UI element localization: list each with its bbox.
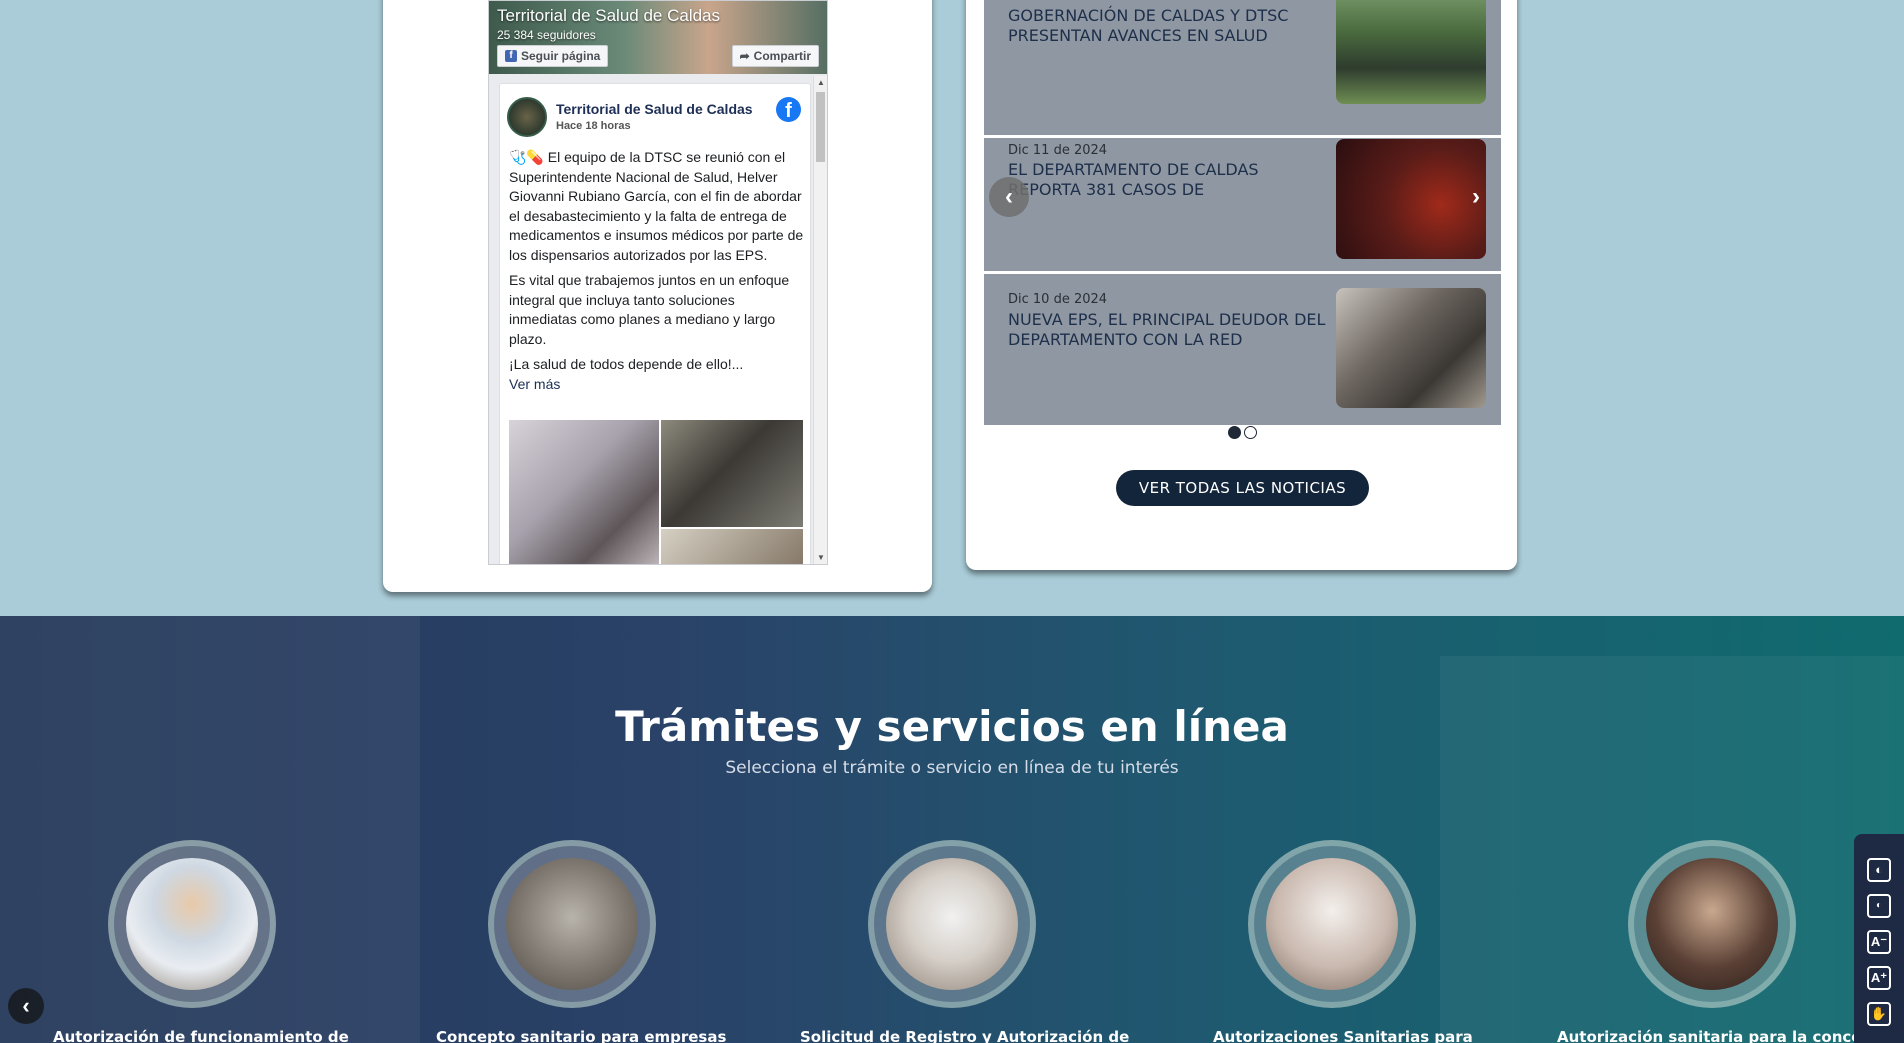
accessibility-panel: ◐ ◐ A⁻ A⁺ ✋ [1854,834,1904,1043]
news-image[interactable] [1336,0,1486,104]
invert-contrast-icon[interactable]: ◐ [1867,894,1891,918]
service-image [1646,858,1778,990]
share-label: Compartir [753,49,811,63]
facebook-embed: Territorial de Salud de Caldas 25 384 se… [488,0,828,565]
slider-dots [1228,426,1257,439]
share-icon: ➦ [739,49,750,63]
chevron-left-icon[interactable]: ‹ [989,177,1029,217]
see-more-link[interactable]: Ver más [509,375,805,395]
service-image [886,858,1018,990]
scroll-up-icon[interactable]: ▲ [817,78,825,87]
service-label[interactable]: Concepto sanitario para empresas [436,1028,726,1043]
post-photos [509,420,803,564]
facebook-followers: 25 384 seguidores [497,28,596,42]
decrease-font-icon[interactable]: A⁻ [1867,930,1891,954]
facebook-icon: f [505,50,517,62]
service-image [1266,858,1398,990]
slider-dot[interactable] [1228,426,1241,439]
news-date: Dic 10 de 2024 [1008,292,1108,307]
post-photo[interactable] [661,420,803,527]
news-title[interactable]: NUEVA EPS, EL PRINCIPAL DEUDOR DEL DEPAR… [1008,310,1328,350]
carousel-prev-icon[interactable]: ‹ [8,988,44,1024]
service-label[interactable]: Autorizaciones Sanitarias para [1213,1028,1473,1043]
increase-font-icon[interactable]: A⁺ [1867,966,1891,990]
news-title[interactable]: EL DEPARTAMENTO DE CALDAS REPORTA 381 CA… [1008,160,1328,200]
service-image [506,858,638,990]
scroll-down-icon[interactable]: ▼ [817,553,825,562]
service-label[interactable]: Autorización sanitaria para la concesi [1557,1028,1857,1043]
news-slider: GOBERNACIÓN DE CALDAS Y DTSC PRESENTAN A… [984,0,1501,425]
service-icon[interactable] [1248,840,1416,1008]
facebook-page-title[interactable]: Territorial de Salud de Caldas [497,6,720,26]
scrollbar-thumb[interactable] [816,92,825,162]
post-text: 🩺💊 El equipo de la DTSC se reunió con el… [509,148,805,394]
chevron-right-icon[interactable]: › [1456,177,1496,217]
news-item[interactable]: Dic 11 de 2024 EL DEPARTAMENTO DE CALDAS… [984,135,1501,271]
section-subtitle: Selecciona el trámite o servicio en líne… [725,758,1179,778]
view-all-news-button[interactable]: VER TODAS LAS NOTICIAS [1116,470,1369,506]
service-icon[interactable] [108,840,276,1008]
sign-language-icon[interactable]: ✋ [1867,1002,1891,1026]
facebook-scrollbar[interactable]: ▲ ▼ [813,76,827,564]
facebook-logo-icon[interactable]: f [776,97,801,122]
share-button[interactable]: ➦ Compartir [731,45,819,67]
service-label[interactable]: Autorización de funcionamiento de [53,1028,349,1043]
news-item[interactable]: GOBERNACIÓN DE CALDAS Y DTSC PRESENTAN A… [984,0,1501,140]
post-photo[interactable] [661,529,803,564]
contrast-icon[interactable]: ◐ [1867,858,1891,882]
post-author[interactable]: Territorial de Salud de Caldas [556,101,753,117]
service-icon[interactable] [488,840,656,1008]
post-photo[interactable] [509,420,659,564]
follow-page-label: Seguir página [521,49,601,63]
service-icon[interactable] [868,840,1036,1008]
service-icon[interactable] [1628,840,1796,1008]
facebook-cover[interactable]: Territorial de Salud de Caldas 25 384 se… [489,1,827,74]
post-paragraph: 🩺💊 El equipo de la DTSC se reunió con el… [509,149,804,263]
news-image[interactable] [1336,288,1486,408]
facebook-post: Territorial de Salud de Caldas Hace 18 h… [499,83,811,564]
slider-dot[interactable] [1244,426,1257,439]
post-time[interactable]: Hace 18 horas [556,120,631,132]
service-label[interactable]: Solicitud de Registro y Autorización de [800,1028,1129,1043]
post-paragraph: ¡La salud de todos depende de ello!... [509,356,744,372]
news-item[interactable]: Dic 10 de 2024 NUEVA EPS, EL PRINCIPAL D… [984,271,1501,425]
service-image [126,858,258,990]
section-title: Trámites y servicios en línea [615,702,1289,751]
avatar[interactable] [507,97,547,137]
news-date: Dic 11 de 2024 [1008,143,1108,158]
news-title[interactable]: GOBERNACIÓN DE CALDAS Y DTSC PRESENTAN A… [1008,6,1328,46]
follow-page-button[interactable]: f Seguir página [497,45,609,67]
post-paragraph: Es vital que trabajemos juntos en un enf… [509,272,790,347]
